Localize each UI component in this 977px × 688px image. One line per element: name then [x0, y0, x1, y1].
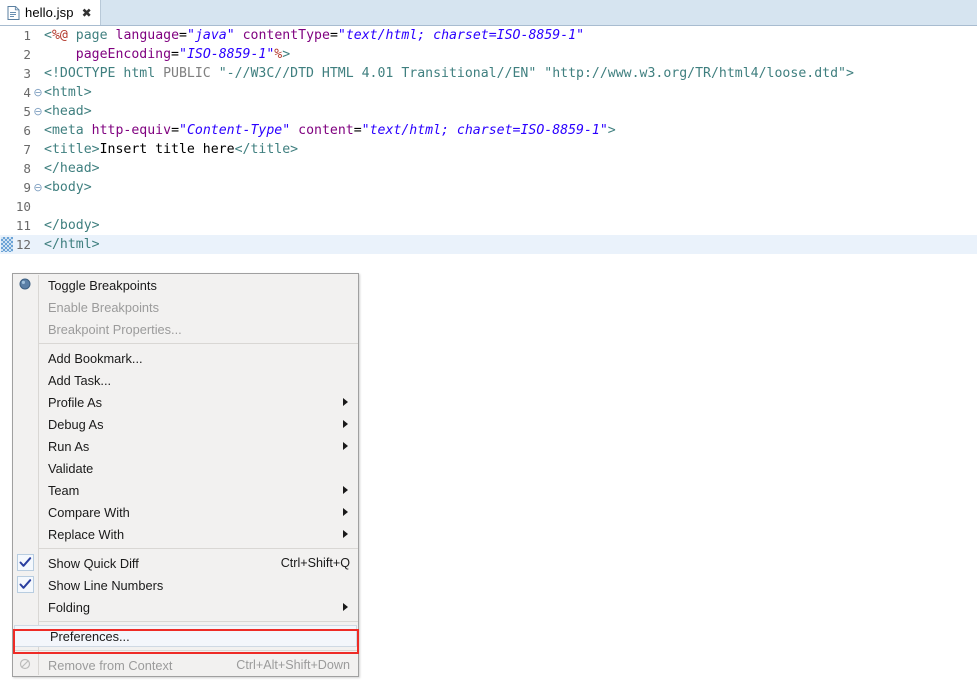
editor-tab-bar: hello.jsp ✖: [0, 0, 977, 26]
checkmark-icon[interactable]: [17, 576, 34, 593]
menu-item-label: Show Line Numbers: [48, 577, 164, 593]
menu-item-profile-as[interactable]: Profile As: [13, 391, 358, 413]
line-number: 4: [23, 85, 31, 100]
close-icon[interactable]: ✖: [82, 7, 92, 19]
code-text: </head>: [44, 161, 100, 176]
menu-item-label: Add Task...: [48, 372, 112, 388]
line-number: 11: [15, 218, 31, 233]
chevron-right-icon[interactable]: [343, 486, 348, 494]
code-line[interactable]: 3 <!DOCTYPE html PUBLIC "-//W3C//DTD HTML…: [0, 64, 977, 83]
menu-separator: [39, 548, 358, 549]
code-line[interactable]: 7 <title>Insert title here</title>: [0, 140, 977, 159]
editor-code-area[interactable]: 1 <%@ page language="java" contentType="t…: [0, 26, 977, 254]
code-text: <body>: [44, 180, 92, 195]
menu-item-run-as[interactable]: Run As: [13, 435, 358, 457]
menu-item-label: Run As: [48, 438, 90, 454]
menu-item-label: Folding: [48, 599, 90, 615]
line-number: 2: [23, 47, 31, 62]
menu-item-label: Preferences...: [50, 628, 130, 644]
fold-toggle-icon[interactable]: ⊖: [33, 83, 43, 102]
menu-item-add-task[interactable]: Add Task...: [13, 369, 358, 391]
menu-item-team[interactable]: Team: [13, 479, 358, 501]
menu-item-toggle-breakpoints[interactable]: Toggle Breakpoints: [13, 274, 358, 296]
chevron-right-icon[interactable]: [343, 420, 348, 428]
code-line[interactable]: 8 </head>: [0, 159, 977, 178]
code-line[interactable]: 11 </body>: [0, 216, 977, 235]
menu-item-preferences[interactable]: Preferences...: [14, 625, 357, 647]
checkmark-icon[interactable]: [17, 554, 34, 571]
code-line[interactable]: 2 pageEncoding="ISO-8859-1"%>: [0, 45, 977, 64]
line-number: 5: [23, 104, 31, 119]
menu-item-label: Team: [48, 482, 80, 498]
code-line[interactable]: 4 ⊖ <html>: [0, 83, 977, 102]
menu-item-folding[interactable]: Folding: [13, 596, 358, 618]
line-number: 8: [23, 161, 31, 176]
remove-context-icon: [19, 658, 33, 672]
menu-item-compare-with[interactable]: Compare With: [13, 501, 358, 523]
editor-tab-hello-jsp[interactable]: hello.jsp ✖: [0, 0, 101, 25]
code-line[interactable]: 12 </html>: [0, 235, 977, 254]
menu-item-label: Profile As: [48, 394, 103, 410]
menu-separator: [39, 343, 358, 344]
code-text: </body>: [44, 218, 100, 233]
chevron-right-icon[interactable]: [343, 530, 348, 538]
menu-item-validate[interactable]: Validate: [13, 457, 358, 479]
code-line[interactable]: 9 ⊖ <body>: [0, 178, 977, 197]
menu-item-shortcut: Ctrl+Shift+Q: [280, 556, 350, 570]
fold-toggle-icon[interactable]: ⊖: [33, 178, 43, 197]
line-number: 3: [23, 66, 31, 81]
menu-item-label: Remove from Context: [48, 657, 173, 673]
menu-item-add-bookmark[interactable]: Add Bookmark...: [13, 347, 358, 369]
code-text: <head>: [44, 104, 92, 119]
menu-item-label: Replace With: [48, 526, 125, 542]
menu-item-remove-from-context: Remove from Context Ctrl+Alt+Shift+Down: [13, 654, 358, 676]
line-number: 1: [23, 28, 31, 43]
menu-item-label: Enable Breakpoints: [48, 299, 159, 315]
line-number: 10: [15, 199, 31, 214]
menu-item-breakpoint-properties: Breakpoint Properties...: [13, 318, 358, 340]
menu-separator: [13, 650, 358, 651]
chevron-right-icon[interactable]: [343, 508, 348, 516]
chevron-right-icon[interactable]: [343, 603, 348, 611]
jsp-file-icon: [7, 5, 20, 20]
menu-item-label: Toggle Breakpoints: [48, 277, 157, 293]
menu-item-show-line-numbers[interactable]: Show Line Numbers: [13, 574, 358, 596]
code-line[interactable]: 10: [0, 197, 977, 216]
code-line[interactable]: 5 ⊖ <head>: [0, 102, 977, 121]
menu-separator: [39, 621, 358, 622]
chevron-right-icon[interactable]: [343, 442, 348, 450]
breakpoint-icon: [19, 278, 33, 292]
line-number: 9: [23, 180, 31, 195]
editor-context-menu[interactable]: Toggle Breakpoints Enable Breakpoints Brea…: [12, 273, 359, 677]
line-number: 12: [15, 237, 31, 252]
menu-item-replace-with[interactable]: Replace With: [13, 523, 358, 545]
code-text: <!DOCTYPE html PUBLIC "-//W3C//DTD HTML …: [44, 66, 854, 81]
menu-item-label: Add Bookmark...: [48, 350, 143, 366]
editor-tab-label: hello.jsp: [25, 5, 74, 20]
code-text: <%@ page language="java" contentType="te…: [44, 28, 585, 43]
code-text: <title>Insert title here</title>: [44, 142, 299, 157]
menu-item-label: Validate: [48, 460, 94, 476]
menu-item-label: Compare With: [48, 504, 130, 520]
chevron-right-icon[interactable]: [343, 398, 348, 406]
code-text: </html>: [44, 237, 100, 252]
fold-toggle-icon[interactable]: ⊖: [33, 102, 43, 121]
line-number: 6: [23, 123, 31, 138]
code-text: pageEncoding="ISO-8859-1"%>: [75, 47, 291, 62]
menu-item-show-quick-diff[interactable]: Show Quick Diff Ctrl+Shift+Q: [13, 552, 358, 574]
line-number: 7: [23, 142, 31, 157]
code-line[interactable]: 1 <%@ page language="java" contentType="t…: [0, 26, 977, 45]
menu-item-debug-as[interactable]: Debug As: [13, 413, 358, 435]
menu-item-label: Debug As: [48, 416, 104, 432]
code-text: <html>: [44, 85, 92, 100]
code-editor[interactable]: 1 <%@ page language="java" contentType="t…: [0, 26, 977, 262]
menu-item-shortcut: Ctrl+Alt+Shift+Down: [236, 658, 350, 672]
menu-item-label: Breakpoint Properties...: [48, 321, 182, 337]
code-line[interactable]: 6 <meta http-equiv="Content-Type" content…: [0, 121, 977, 140]
code-text: <meta http-equiv="Content-Type" content=…: [44, 123, 616, 138]
menu-item-enable-breakpoints: Enable Breakpoints: [13, 296, 358, 318]
menu-item-label: Show Quick Diff: [48, 555, 139, 571]
